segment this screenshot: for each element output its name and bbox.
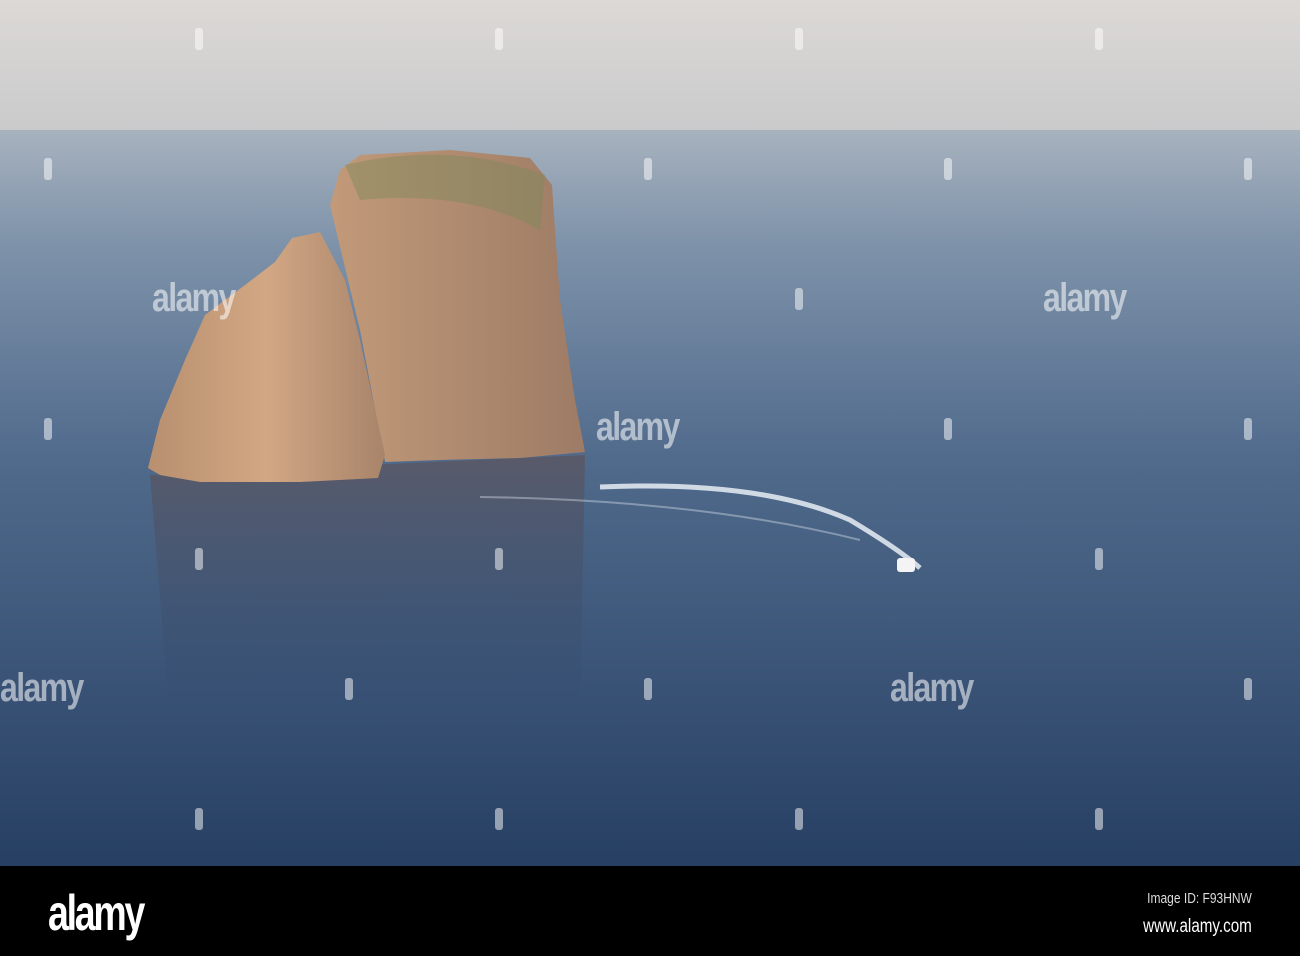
watermark-text: alamy [890, 666, 974, 710]
image-id: Image ID: F93HNW [1147, 890, 1252, 907]
watermark-text: alamy [0, 666, 84, 710]
speedboat [897, 558, 915, 572]
alamy-logo: alamy [48, 885, 145, 941]
sky [0, 0, 1300, 140]
rock-reflection [150, 455, 585, 720]
website-link[interactable]: www.alamy.com [1143, 916, 1252, 938]
footer-bar: alamy Image ID: F93HNW www.alamy.com [0, 866, 1300, 956]
watermark-text: alamy [1043, 276, 1127, 320]
watermark-text: alamy [596, 405, 680, 449]
watermark-text: alamy [152, 276, 236, 320]
